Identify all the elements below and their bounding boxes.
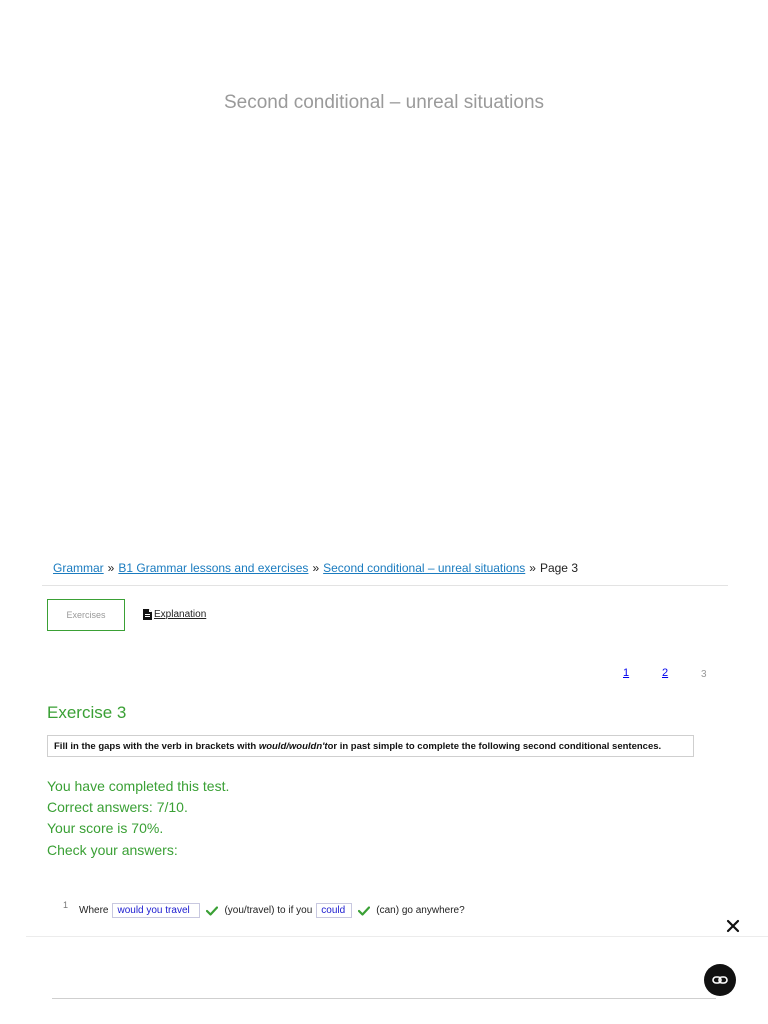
close-icon[interactable]: [725, 918, 741, 934]
tab-explanation[interactable]: Explanation: [143, 609, 206, 620]
check-icon: [358, 905, 371, 916]
answer-field-1[interactable]: would you travel: [112, 903, 201, 918]
instructions-text-before: Fill in the gaps with the verb in bracke…: [54, 740, 257, 752]
answer-field-2[interactable]: could: [316, 903, 353, 918]
page-title: Second conditional – unreal situations: [223, 92, 545, 113]
instructions-text-after: or in past simple to complete the follow…: [327, 740, 662, 752]
divider: [42, 585, 728, 586]
exercise-title: Exercise 3: [47, 703, 127, 722]
document-icon: [143, 609, 152, 620]
breadcrumb-link-grammar[interactable]: Grammar: [53, 561, 104, 575]
breadcrumb-link-second-conditional[interactable]: Second conditional – unreal situations: [323, 561, 525, 575]
breadcrumb-separator: »: [529, 561, 536, 575]
breadcrumb-separator: »: [107, 561, 115, 575]
tab-exercises[interactable]: Exercises: [47, 599, 125, 631]
exercise-instructions: Fill in the gaps with the verb in bracke…: [47, 735, 694, 757]
floating-link-button[interactable]: [704, 964, 736, 996]
result-check-answers: Check your answers:: [47, 842, 178, 858]
check-icon: [206, 905, 219, 916]
instructions-emphasis: would/wouldn't: [258, 740, 328, 752]
question-number: 1: [63, 899, 69, 910]
overlay-divider: [26, 936, 768, 937]
pagination-page-2[interactable]: 2: [662, 667, 668, 679]
question-text-before: Where: [79, 905, 109, 916]
footer-divider: [52, 998, 716, 999]
pagination-page-current: 3: [701, 669, 707, 680]
breadcrumb-current: Page 3: [539, 561, 578, 575]
result-correct-answers: Correct answers: 7/10.: [47, 799, 188, 815]
result-completed: You have completed this test.: [47, 778, 230, 794]
breadcrumb: Grammar» B1 Grammar lessons and exercises…: [53, 561, 578, 575]
question-hint-2: (can) go anywhere?: [376, 905, 465, 916]
link-icon: [712, 976, 728, 984]
question-hint-1: (you/travel) to if you: [224, 905, 313, 916]
result-score: Your score is 70%.: [47, 820, 164, 836]
breadcrumb-link-b1-grammar[interactable]: B1 Grammar lessons and exercises: [118, 561, 308, 575]
pagination-page-1[interactable]: 1: [623, 667, 629, 679]
explanation-label: Explanation: [154, 609, 207, 620]
question-row: 1 Where would you travel (you/travel) to…: [63, 899, 465, 918]
breadcrumb-separator: »: [312, 561, 320, 575]
